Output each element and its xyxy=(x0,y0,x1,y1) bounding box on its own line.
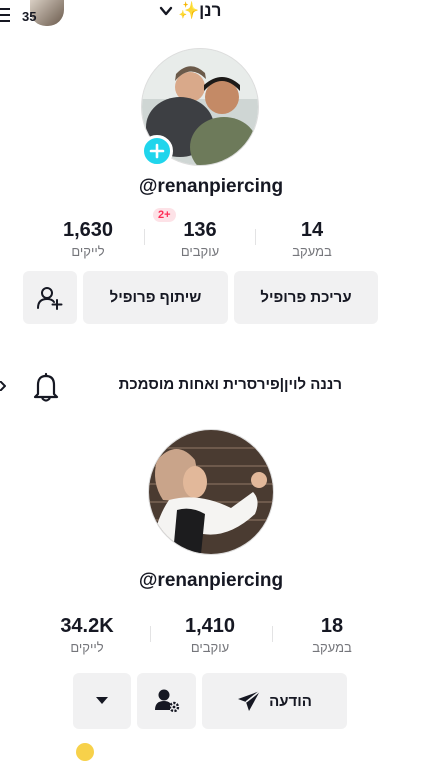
send-icon xyxy=(238,690,261,711)
likes-label-secondary: לייקים xyxy=(70,640,104,655)
likes-count: 1,630 xyxy=(62,219,114,241)
followers-count: 136 xyxy=(183,219,217,241)
followers-stat-secondary[interactable]: 1,410 עוקבים xyxy=(155,615,265,655)
account-switcher[interactable]: רנן✨ xyxy=(158,0,221,22)
hamburger-menu-icon[interactable] xyxy=(0,8,10,22)
following-count: 14 xyxy=(300,219,324,241)
following-label-secondary: במעקב xyxy=(312,640,352,655)
profile-avatar-secondary[interactable] xyxy=(148,429,274,555)
stat-divider xyxy=(255,229,256,245)
profile-username: @renanpiercing xyxy=(138,176,284,197)
following-label: במעקב xyxy=(292,244,332,259)
add-friend-button[interactable] xyxy=(23,271,77,324)
account-title: רנן✨ xyxy=(178,1,222,20)
plus-icon xyxy=(149,143,165,159)
followers-label-secondary: עוקבים xyxy=(190,640,230,655)
add-story-button[interactable] xyxy=(141,135,173,167)
followers-stat[interactable]: 136 עוקבים xyxy=(145,219,255,259)
following-stat-secondary[interactable]: 18 במעקב xyxy=(277,615,387,655)
caret-down-icon xyxy=(96,697,108,704)
likes-stat-secondary: 34.2K לייקים xyxy=(32,615,142,655)
message-button[interactable]: הודעה xyxy=(202,673,347,729)
likes-label: לייקים xyxy=(71,244,105,259)
edit-profile-button[interactable]: עריכת פרופיל xyxy=(234,271,378,324)
following-count-secondary: 18 xyxy=(320,615,344,637)
message-label: הודעה xyxy=(269,692,312,710)
share-profile-button[interactable]: שיתוף פרופיל xyxy=(83,271,228,324)
manage-user-button[interactable] xyxy=(137,673,196,729)
user-settings-icon xyxy=(154,689,179,713)
profile-display-name: רננה לוין|פירסרית ואחות מוסמכת xyxy=(118,376,342,393)
profile-username-secondary: @renanpiercing xyxy=(138,570,284,591)
stat-divider xyxy=(272,626,273,642)
more-options-button[interactable] xyxy=(73,673,131,729)
profile-photo-secondary xyxy=(149,430,273,554)
following-stat[interactable]: 14 במעקב xyxy=(257,219,367,259)
add-user-icon xyxy=(37,286,63,310)
bell-icon[interactable] xyxy=(32,372,60,402)
chevron-left-icon[interactable] xyxy=(0,381,6,391)
followers-label: עוקבים xyxy=(180,244,220,259)
top-bar: 35 רנן✨ xyxy=(0,0,422,34)
chevron-down-icon xyxy=(159,6,173,16)
followers-count-secondary: 1,410 xyxy=(184,615,236,637)
likes-count-secondary: 34.2K xyxy=(60,615,114,637)
notification-count-badge: 35 xyxy=(22,9,37,24)
stat-divider xyxy=(150,626,151,642)
likes-stat: 1,630 לייקים xyxy=(33,219,143,259)
emoji-icon xyxy=(76,743,94,761)
